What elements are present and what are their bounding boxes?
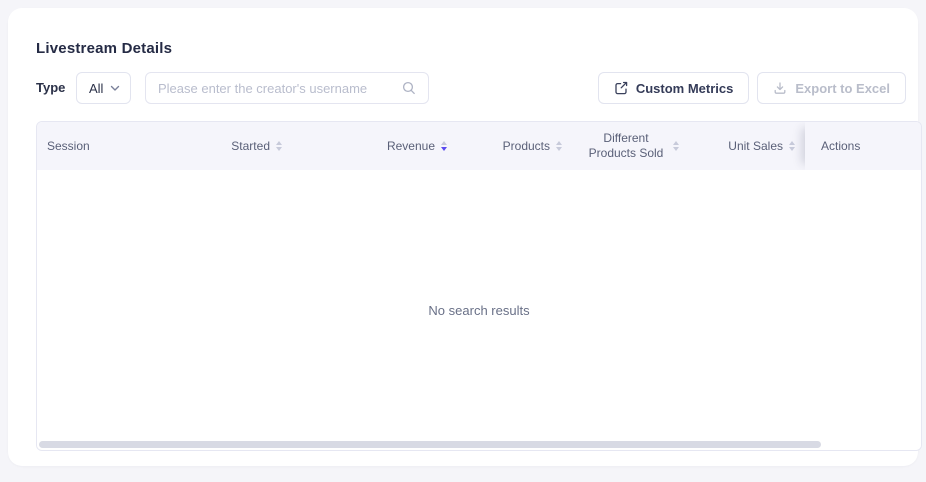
creator-search [145, 72, 429, 104]
type-select[interactable]: All [76, 72, 131, 104]
type-select-value: All [89, 81, 103, 96]
column-header-products[interactable]: Products [457, 122, 572, 170]
chevron-down-icon [110, 85, 120, 92]
sort-icon [556, 141, 562, 151]
export-to-excel-button[interactable]: Export to Excel [757, 72, 906, 104]
sort-icon [276, 141, 282, 151]
custom-metrics-label: Custom Metrics [636, 81, 734, 96]
empty-state-text: No search results [428, 303, 529, 318]
type-label: Type [36, 72, 65, 104]
column-header-unit-sales[interactable]: Unit Sales [689, 122, 805, 170]
column-header-started[interactable]: Started [189, 122, 292, 170]
export-to-excel-label: Export to Excel [795, 81, 890, 96]
table-header-row: Session Started Revenue Products Differe… [37, 122, 921, 170]
custom-metrics-button[interactable]: Custom Metrics [598, 72, 750, 104]
edit-square-icon [614, 81, 628, 95]
search-input[interactable] [146, 73, 402, 103]
livestream-details-card: Livestream Details Type All [8, 8, 918, 466]
table-body: No search results [37, 170, 921, 450]
column-header-actions: Actions [805, 122, 921, 170]
toolbar-buttons: Custom Metrics Export to Excel [598, 72, 906, 104]
column-header-different-products-sold[interactable]: Different Products Sold [572, 122, 689, 170]
livestream-table: Session Started Revenue Products Differe… [36, 121, 922, 451]
filter-toolbar: Type All Custom Met [36, 72, 906, 104]
sort-icon [789, 141, 795, 151]
download-icon [773, 81, 787, 95]
sort-icon [441, 141, 447, 151]
sort-icon [673, 141, 679, 151]
column-header-session: Session [37, 122, 189, 170]
search-icon[interactable] [402, 81, 416, 95]
page-title: Livestream Details [36, 40, 172, 57]
horizontal-scrollbar-thumb[interactable] [39, 441, 821, 448]
column-header-revenue[interactable]: Revenue [292, 122, 457, 170]
